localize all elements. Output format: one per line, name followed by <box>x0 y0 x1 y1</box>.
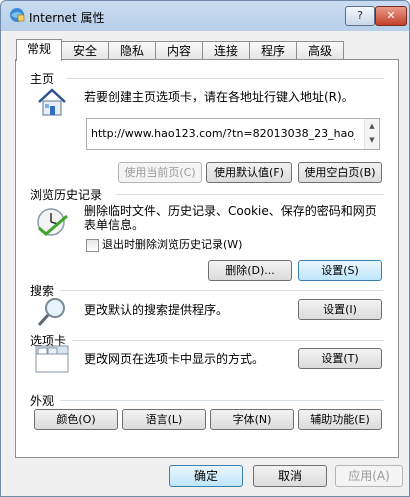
tabs-settings-button[interactable]: 设置(T) <box>298 348 382 369</box>
ok-button[interactable]: 确定 <box>169 465 243 487</box>
search-description: 更改默认的搜索提供程序。 <box>84 303 229 317</box>
home-separator <box>66 78 384 79</box>
tab-advanced[interactable]: 高级 <box>296 41 344 60</box>
url-scrollbar[interactable]: ▲ ▼ <box>364 119 379 149</box>
history-clock-icon <box>37 208 68 236</box>
internet-options-icon <box>10 8 25 22</box>
home-icon <box>38 88 66 116</box>
languages-button[interactable]: 语言(L) <box>122 409 206 430</box>
title-bar: Internet 属性 ? ✕ <box>1 1 409 31</box>
tabbed-window-icon <box>35 345 69 373</box>
tab-connections[interactable]: 连接 <box>202 41 250 60</box>
tab-privacy[interactable]: 隐私 <box>108 41 156 60</box>
delete-on-exit-label: 退出时删除浏览历史记录(W) <box>102 238 243 251</box>
home-page-url: http://www.hao123.com/?tn=82013038_23_ha… <box>91 127 355 140</box>
apply-button[interactable]: 应用(A) <box>335 465 403 487</box>
delete-on-exit-checkbox[interactable] <box>86 239 99 252</box>
home-description: 若要创建主页选项卡，请在各地址行键入地址(R)。 <box>84 90 354 104</box>
fonts-button[interactable]: 字体(N) <box>210 409 294 430</box>
history-separator <box>116 194 384 195</box>
tabs-description: 更改网页在选项卡中显示的方式。 <box>84 352 265 366</box>
home-page-heading: 主页 <box>30 72 55 86</box>
appearance-heading: 外观 <box>30 394 55 408</box>
browsing-history-heading: 浏览历史记录 <box>30 188 103 202</box>
colors-button[interactable]: 颜色(O) <box>34 409 118 430</box>
internet-options-dialog: Internet 属性 ? ✕ 常规 安全 隐私 内容 连接 程序 高级 主页 … <box>0 0 410 497</box>
search-separator <box>60 290 384 291</box>
general-tab-panel: 主页 若要创建主页选项卡，请在各地址行键入地址(R)。 http://www.h… <box>15 59 399 458</box>
history-description-line1: 删除临时文件、历史记录、Cookie、保存的密码和网页 <box>84 204 377 218</box>
search-settings-button[interactable]: 设置(I) <box>298 299 382 320</box>
appearance-separator <box>60 400 384 401</box>
close-button[interactable]: ✕ <box>375 6 407 26</box>
magnifier-icon <box>37 298 65 327</box>
tab-security[interactable]: 安全 <box>61 41 109 60</box>
delete-history-button[interactable]: 删除(D)... <box>208 260 292 281</box>
tab-programs[interactable]: 程序 <box>249 41 297 60</box>
tab-general[interactable]: 常规 <box>16 39 62 61</box>
accessibility-button[interactable]: 辅助功能(E) <box>298 409 382 430</box>
use-current-button[interactable]: 使用当前页(C) <box>118 162 202 183</box>
cancel-button[interactable]: 取消 <box>253 465 327 487</box>
window-title: Internet 属性 <box>29 11 105 25</box>
help-button[interactable]: ? <box>345 6 375 26</box>
use-default-button[interactable]: 使用默认值(F) <box>206 162 292 183</box>
history-description-line2: 表单信息。 <box>84 218 145 232</box>
use-blank-button[interactable]: 使用空白页(B) <box>298 162 382 183</box>
tab-content[interactable]: 内容 <box>155 41 203 60</box>
home-page-url-field[interactable]: http://www.hao123.com/?tn=82013038_23_ha… <box>86 118 380 150</box>
history-settings-button[interactable]: 设置(S) <box>298 260 382 281</box>
tabs-separator <box>72 340 384 341</box>
